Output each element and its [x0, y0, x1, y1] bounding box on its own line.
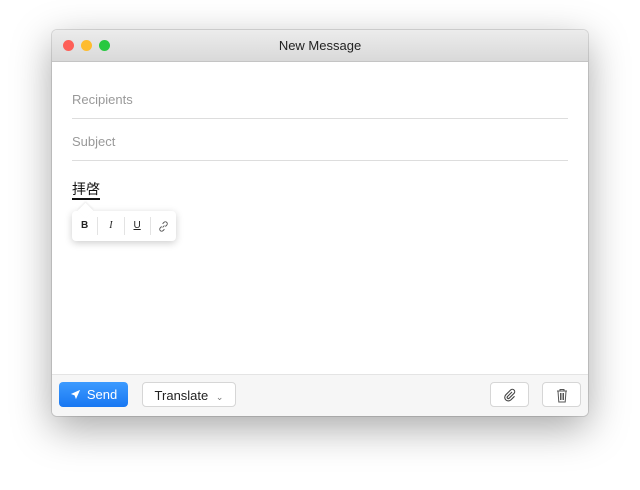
link-icon — [159, 221, 168, 232]
message-body[interactable]: 拝啓 — [72, 180, 100, 200]
italic-button[interactable]: I — [98, 217, 125, 235]
bold-button[interactable]: B — [72, 217, 99, 235]
window-title: New Message — [278, 38, 362, 53]
compose-window: New Message Recipients Subject 拝啓 B I U … — [52, 30, 588, 416]
send-label: Send — [86, 387, 118, 402]
close-button[interactable] — [63, 40, 74, 51]
trash-icon — [556, 389, 567, 403]
title-bar: New Message — [52, 30, 588, 62]
chevron-down-icon: ⌄ — [215, 392, 224, 402]
delete-button[interactable] — [542, 382, 581, 407]
subject-field[interactable]: Subject — [72, 134, 568, 161]
zoom-button[interactable] — [99, 40, 110, 51]
format-popup: B I U — [72, 211, 176, 241]
compose-toolbar: Send Translate ⌄ — [52, 374, 588, 416]
recipients-field[interactable]: Recipients — [72, 92, 568, 119]
paperclip-icon — [503, 388, 515, 402]
translate-dropdown[interactable]: Translate ⌄ — [142, 382, 236, 407]
attach-button[interactable] — [490, 382, 529, 407]
minimize-button[interactable] — [81, 40, 92, 51]
link-button[interactable] — [151, 217, 176, 235]
underline-button[interactable]: U — [125, 217, 151, 235]
paper-plane-icon — [70, 389, 80, 400]
translate-label: Translate — [154, 388, 209, 403]
send-button[interactable]: Send — [59, 382, 128, 407]
